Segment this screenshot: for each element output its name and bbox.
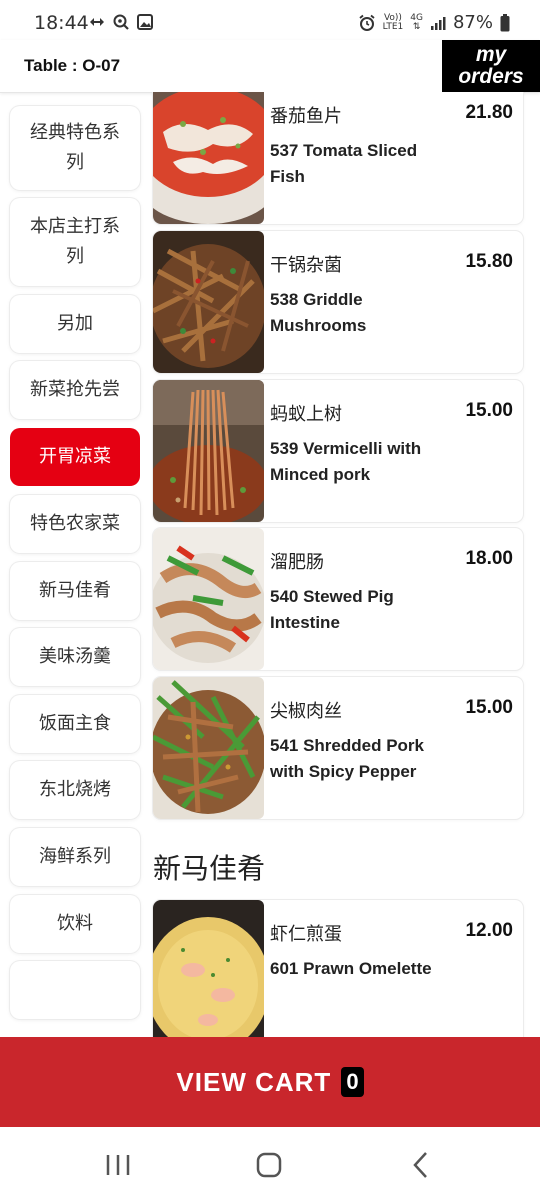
dish-name-en: 537 Tomata Sliced Fish (270, 141, 418, 186)
dish-card[interactable]: 溜肥肠 18.00 540 Stewed Pig Intestine (153, 528, 523, 670)
status-time: 18:44 (34, 12, 89, 34)
cart-label: VIEW CART (176, 1066, 332, 1097)
dish-image-shredded-pork (153, 677, 264, 819)
home-icon[interactable] (249, 1147, 289, 1183)
data-arrows-icon: ⇅ (412, 21, 421, 32)
category-item-partial[interactable] (10, 961, 140, 1019)
dish-price: 21.80 (465, 102, 513, 123)
search-badge-icon (113, 14, 129, 30)
dish-name-cn: 尖椒肉丝 (270, 701, 342, 722)
category-item[interactable]: 本店主打系列 (10, 198, 140, 286)
category-label: 新菜抢先尝 (30, 379, 120, 400)
category-label: 特色农家菜 (30, 513, 120, 534)
dish-price: 15.80 (465, 251, 513, 272)
category-item[interactable]: 经典特色系列 (10, 106, 140, 190)
category-item[interactable]: 饭面主食 (10, 695, 140, 753)
dish-image-prawn-omelette (153, 900, 264, 1037)
category-label: 开胃凉菜 (39, 446, 111, 467)
alarm-icon (359, 14, 375, 31)
category-item-active[interactable]: 开胃凉菜 (10, 428, 140, 486)
dish-image-griddle-mushrooms (153, 231, 264, 373)
back-icon[interactable] (401, 1147, 441, 1183)
dish-name-cn: 溜肥肠 (270, 552, 324, 573)
dish-price: 12.00 (465, 920, 513, 941)
dish-name-cn: 虾仁煎蛋 (270, 924, 342, 945)
dish-name-cn: 蚂蚁上树 (270, 404, 342, 425)
dish-image-vermicelli (153, 380, 264, 522)
image-icon (137, 14, 153, 30)
category-item[interactable]: 美味汤羹 (10, 628, 140, 686)
data-saver-icon (90, 18, 104, 26)
category-label: 另加 (57, 313, 93, 334)
category-label: 饮料 (57, 913, 93, 934)
my-orders-button[interactable]: my orders (442, 40, 540, 92)
dish-name-en: 538 Griddle Mushrooms (270, 290, 367, 335)
view-cart-button[interactable]: VIEW CART 0 (0, 1037, 540, 1127)
status-right: Vo)) LTE1 4G ⇅ 87% (358, 12, 510, 33)
dish-card[interactable]: 蚂蚁上树 15.00 539 Vermicelli with Minced po… (153, 380, 523, 522)
status-left-icons (88, 13, 154, 31)
cart-count-badge: 0 (341, 1067, 364, 1097)
category-item[interactable]: 新菜抢先尝 (10, 361, 140, 419)
category-label: 海鲜系列 (39, 846, 111, 867)
category-label: 本店主打系列 (30, 216, 120, 267)
dish-list[interactable]: 番茄鱼片 21.80 537 Tomata Sliced Fish 干锅杂菌 1… (150, 92, 540, 1037)
volte-indicator: Vo)) LTE1 (382, 13, 404, 32)
section-title: 新马佳肴 (153, 852, 266, 885)
category-label: 美味汤羹 (39, 646, 111, 667)
category-item[interactable]: 海鲜系列 (10, 828, 140, 886)
dish-name-en: 601 Prawn Omelette (270, 959, 432, 978)
battery-icon (500, 13, 510, 31)
category-item[interactable]: 特色农家菜 (10, 495, 140, 553)
category-item[interactable]: 另加 (10, 295, 140, 353)
dish-name-en: 539 Vermicelli with Minced pork (270, 439, 422, 484)
signal-icon (430, 16, 446, 30)
dish-card[interactable]: 干锅杂菌 15.80 538 Griddle Mushrooms (153, 231, 523, 373)
dish-name-cn: 干锅杂菌 (270, 255, 342, 276)
dish-name-en: 540 Stewed Pig Intestine (270, 587, 394, 632)
system-nav-bar (0, 1127, 540, 1200)
dish-image-pig-intestine (153, 528, 264, 670)
recent-apps-icon[interactable] (98, 1147, 138, 1183)
category-label: 饭面主食 (39, 713, 111, 734)
network-indicator: 4G ⇅ (410, 13, 423, 32)
category-item[interactable]: 东北烧烤 (10, 761, 140, 819)
category-label: 新马佳肴 (39, 580, 111, 601)
lte-label: LTE1 (382, 21, 404, 32)
category-label: 东北烧烤 (39, 779, 111, 800)
table-label: Table : O-07 (24, 56, 121, 75)
orders-label-line2: orders (458, 65, 524, 88)
category-sidebar[interactable]: 经典特色系列 本店主打系列 另加 新菜抢先尝 开胃凉菜 特色农家菜 新马佳肴 美… (0, 92, 150, 1037)
battery-percent: 87% (452, 12, 493, 33)
dish-price: 15.00 (465, 697, 513, 718)
dish-name-cn: 番茄鱼片 (270, 106, 342, 127)
dish-card[interactable]: 虾仁煎蛋 12.00 601 Prawn Omelette (153, 900, 523, 1037)
orders-label-line1: my (475, 43, 507, 66)
dish-name-en: 541 Shredded Pork with Spicy Pepper (270, 736, 425, 781)
dish-price: 15.00 (465, 400, 513, 421)
dish-card[interactable]: 尖椒肉丝 15.00 541 Shredded Pork with Spicy … (153, 677, 523, 819)
category-item[interactable]: 饮料 (10, 895, 140, 953)
category-label: 经典特色系列 (30, 122, 120, 173)
category-item[interactable]: 新马佳肴 (10, 562, 140, 620)
app-header: Table : O-07 my orders (0, 40, 540, 93)
dish-card[interactable]: 番茄鱼片 21.80 537 Tomata Sliced Fish (153, 92, 523, 224)
dish-image-tomato-fish (153, 92, 264, 224)
dish-price: 18.00 (465, 548, 513, 569)
